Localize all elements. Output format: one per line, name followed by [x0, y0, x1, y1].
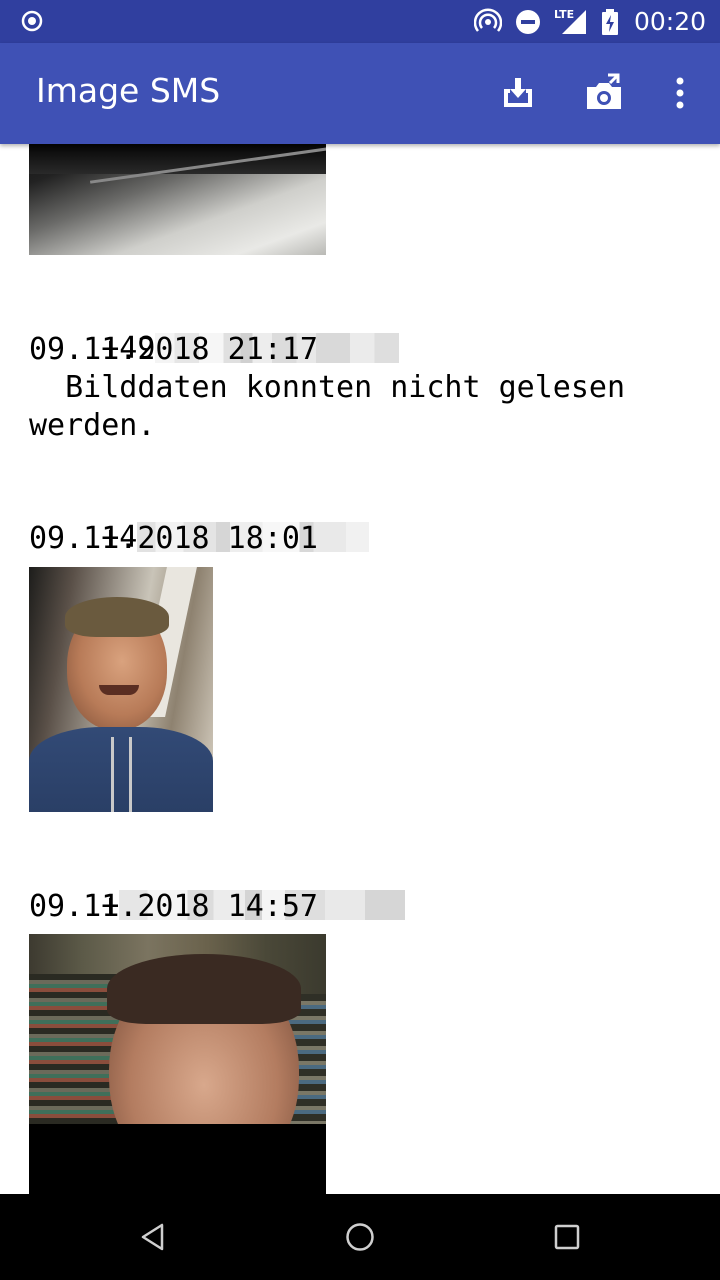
- import-icon: [504, 78, 532, 107]
- home-icon: [346, 1223, 374, 1251]
- share-camera-icon: [587, 73, 621, 109]
- home-button[interactable]: [337, 1214, 383, 1260]
- more-options-button[interactable]: [658, 71, 702, 115]
- hotspot-icon: [473, 7, 502, 36]
- status-bar: LTE 00:20: [0, 0, 720, 43]
- recents-button[interactable]: [544, 1214, 590, 1260]
- app-title: Image SMS: [36, 71, 221, 110]
- navigation-bar: [0, 1194, 720, 1280]
- message-date: 09.11.2018 21:17: [29, 332, 318, 367]
- app-bar: Image SMS: [0, 43, 720, 144]
- back-button[interactable]: [130, 1214, 176, 1260]
- more-vert-icon: [676, 77, 684, 109]
- network-type-label: LTE: [553, 7, 575, 21]
- message-image-top: [29, 144, 326, 255]
- do-not-disturb-icon: [514, 8, 542, 36]
- message-error-text: Bilddaten konnten nicht gelesen werden.: [29, 370, 626, 443]
- message-image: [29, 567, 213, 812]
- message-image: [29, 934, 326, 1194]
- message-list[interactable]: +49 09.11.2018 21:17 Bilddaten konnten n…: [0, 144, 720, 1194]
- app-notification-icon: [21, 10, 43, 32]
- message-date: 09.11.2018 18:01: [29, 521, 318, 556]
- status-time: 00:20: [633, 7, 706, 36]
- message-date: 09.11.2018 14:57: [29, 889, 318, 924]
- battery-charging-icon: [600, 8, 620, 36]
- share-camera-button[interactable]: [582, 71, 626, 115]
- import-button[interactable]: [496, 71, 540, 115]
- recents-icon: [554, 1224, 580, 1250]
- status-icons: LTE 00:20: [473, 0, 706, 43]
- back-icon: [141, 1223, 164, 1251]
- cell-signal-icon: LTE: [554, 8, 588, 36]
